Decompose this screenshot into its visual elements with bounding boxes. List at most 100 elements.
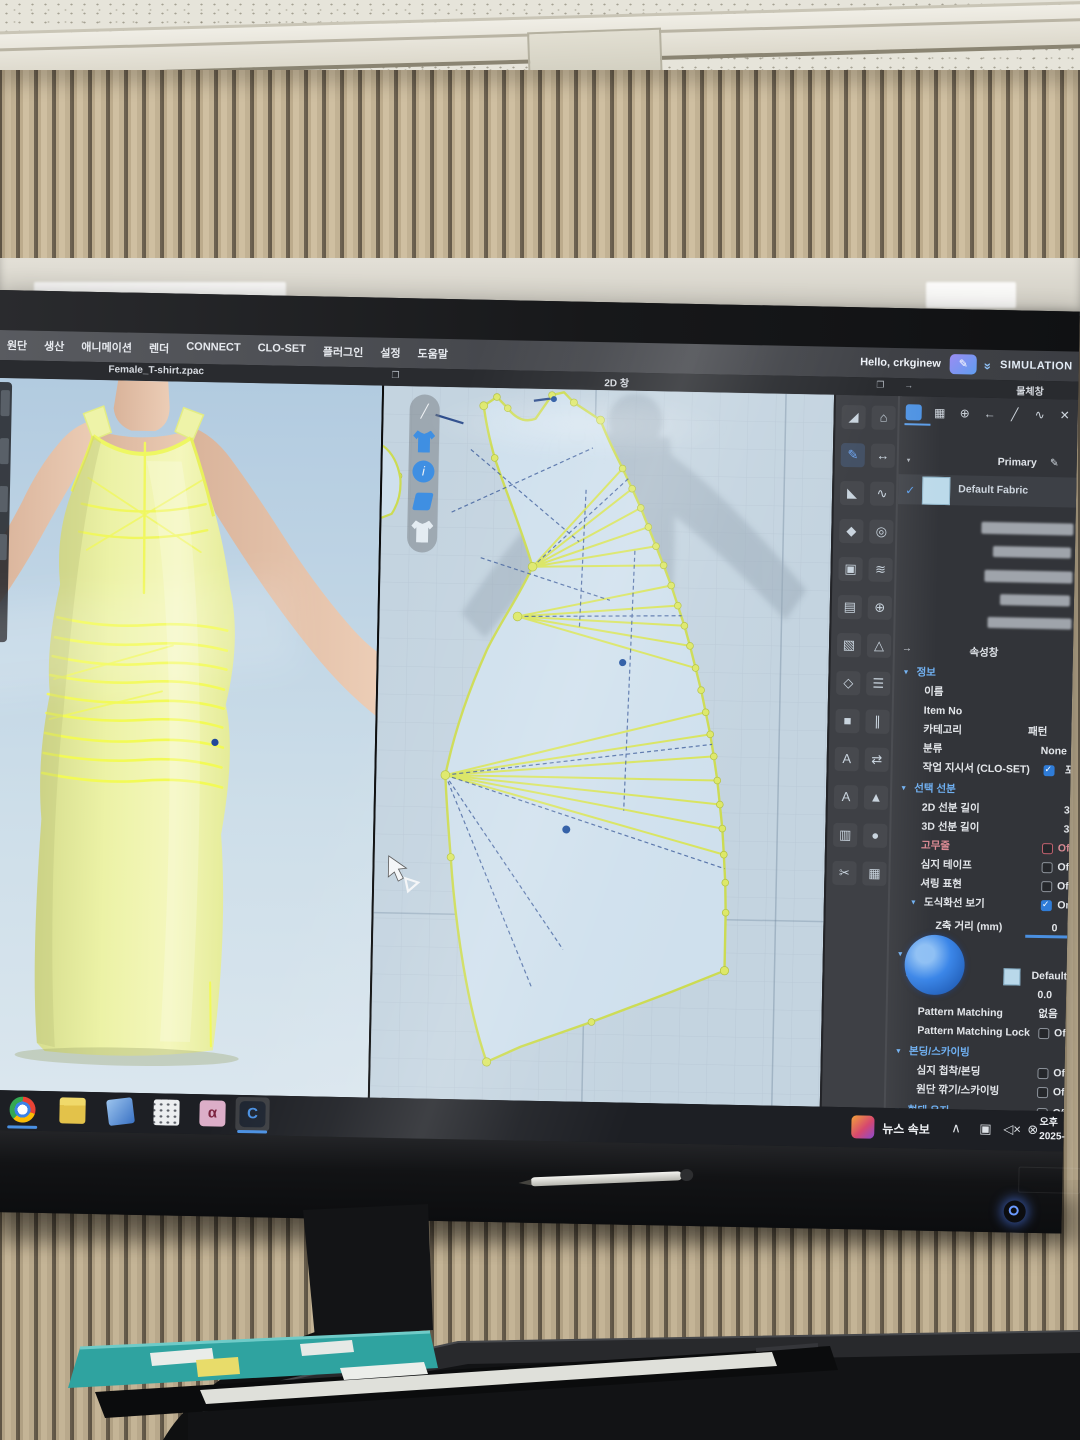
taskbar-clock[interactable]: 오후 2025- <box>1039 1116 1074 1145</box>
checkbox[interactable] <box>1037 1068 1048 1079</box>
menu-item-3[interactable]: 렌더 <box>149 340 170 356</box>
fabric-color-swatch[interactable] <box>922 477 951 506</box>
menu-item-8[interactable]: 도움말 <box>417 345 448 362</box>
topstitch-tool-icon[interactable]: ⇄ <box>865 747 889 771</box>
slider-track[interactable] <box>1025 935 1067 938</box>
grading-tool-icon[interactable]: ▦ <box>862 861 886 885</box>
property-row[interactable]: Pattern Matching LockOff <box>887 1021 1065 1044</box>
chevron-double-down-icon[interactable]: » <box>981 362 996 368</box>
fabric-list-item[interactable]: ✓ Default Fabric <box>898 474 1077 508</box>
checkbox[interactable] <box>1043 765 1054 776</box>
menu-item-2[interactable]: 애니메이션 <box>81 339 132 356</box>
tuck-tool-icon[interactable]: ⊕ <box>868 595 892 619</box>
edit-pattern-tool-icon[interactable]: ✎ <box>841 443 865 467</box>
text-tool-icon[interactable]: A <box>835 747 859 771</box>
screen-cast-icon[interactable]: ▣ <box>979 1121 992 1137</box>
polygon-pattern-tool-icon[interactable]: ◆ <box>839 519 863 543</box>
window-restore-icon[interactable]: ❐ <box>876 380 884 391</box>
check-icon[interactable]: ✓ <box>905 483 915 497</box>
clo3d-app-icon[interactable]: C <box>239 1101 266 1128</box>
fold-arrangement-tool-icon[interactable]: ● <box>863 823 887 847</box>
graphic-tool-icon[interactable]: ◇ <box>836 671 860 695</box>
checkbox[interactable] <box>1042 862 1053 873</box>
texture-editor-tool-icon[interactable]: ▧ <box>837 633 861 657</box>
property-row[interactable]: 원단 깎기/스카이빙Off <box>886 1080 1064 1103</box>
tab-2d-pattern[interactable]: 2D 창 <box>604 374 629 389</box>
show-garment-icon[interactable] <box>413 430 435 452</box>
notebook-app-icon[interactable] <box>106 1097 135 1126</box>
window-restore-icon[interactable]: ❐ <box>391 370 399 381</box>
seam-line-tool-icon[interactable]: ☰ <box>866 671 890 695</box>
menu-item-6[interactable]: 플러그인 <box>323 343 364 360</box>
shirring-tool-icon[interactable]: ▲ <box>864 785 888 809</box>
edit-pencil-icon[interactable]: ✎ <box>1050 457 1059 469</box>
file-explorer-app-icon[interactable] <box>59 1097 86 1124</box>
binding-tool-icon[interactable]: ∥ <box>865 709 889 733</box>
tray-expand-icon[interactable]: ∧ <box>951 1120 961 1136</box>
show-pattern-icon[interactable] <box>411 520 433 542</box>
screen-reflection <box>993 546 1071 559</box>
chrome-app-icon[interactable] <box>9 1096 36 1123</box>
menu-item-5[interactable]: CLO-SET <box>257 342 306 359</box>
primary-row[interactable]: ▾ Primary ✎ <box>899 454 1077 474</box>
arrow-left-icon[interactable]: ← <box>981 405 999 423</box>
simulation-button[interactable]: SIMULATION <box>1000 359 1073 372</box>
alpha-app-icon[interactable]: α <box>199 1100 226 1127</box>
collapse-triangle-icon[interactable]: ▼ <box>900 779 907 798</box>
checkbox[interactable] <box>1037 1087 1048 1098</box>
checkbox[interactable] <box>1041 881 1052 892</box>
dart-tool-icon[interactable]: ▣ <box>838 557 862 581</box>
property-row[interactable]: ▼도식화선 보기On <box>890 893 1068 916</box>
menu-item-0[interactable]: 원단 <box>7 337 28 353</box>
sewing-machine-icon[interactable]: ⌂ <box>871 406 895 430</box>
add-point-tool-icon[interactable]: ◣ <box>840 481 864 505</box>
checkbox[interactable] <box>1042 843 1053 854</box>
cross-icon[interactable]: ✕ <box>1056 406 1074 424</box>
volume-muted-icon[interactable]: ◁× <box>1003 1121 1021 1137</box>
property-value: 없음 <box>1038 1005 1058 1024</box>
calculator-app-icon[interactable] <box>153 1099 180 1126</box>
collapse-triangle-icon[interactable]: ▾ <box>907 456 911 464</box>
checkbox[interactable] <box>1038 1028 1049 1039</box>
collapse-triangle-icon[interactable]: ▼ <box>902 663 909 682</box>
viewport-2d[interactable]: ╱i <box>370 386 834 1107</box>
cut-sew-tool-icon[interactable]: ✂ <box>832 861 856 885</box>
news-widget-icon[interactable] <box>851 1115 874 1138</box>
tab-3d-garment[interactable]: Female_T-shirt.zpac <box>108 364 204 377</box>
steam-iron-tool-icon[interactable]: ≋ <box>868 557 892 581</box>
menu-item-4[interactable]: CONNECT <box>186 341 241 358</box>
user-greeting[interactable]: Hello, crkginew <box>860 356 941 370</box>
text-style-tool-icon[interactable]: A <box>834 785 858 809</box>
pleats-tool-icon[interactable]: ▥ <box>833 823 857 847</box>
collapse-triangle-icon[interactable]: ▼ <box>895 1042 902 1061</box>
measure-tool-icon[interactable]: ╱ <box>413 400 435 422</box>
tab-object-window[interactable]: 물체창 <box>1016 382 1044 398</box>
pattern-info-icon[interactable]: i <box>412 460 434 482</box>
menu-item-7[interactable]: 설정 <box>380 345 401 361</box>
show-fabric-icon[interactable] <box>412 493 434 511</box>
collapse-triangle-icon[interactable]: ▼ <box>910 893 917 912</box>
fabric-color-swatch[interactable] <box>1003 968 1020 985</box>
dock-arrow-icon[interactable]: → <box>904 380 913 390</box>
transform-tool-icon[interactable]: ◢ <box>841 405 865 429</box>
edit-sewing-tool-icon[interactable]: ↔ <box>871 444 895 468</box>
news-widget-label[interactable]: 뉴스 속보 <box>882 1120 930 1138</box>
checkerboard-icon[interactable]: ▦ <box>931 404 949 422</box>
curve-sewing-tool-icon[interactable]: ∿ <box>870 482 894 506</box>
viewport-3d[interactable] <box>0 378 382 1098</box>
shirt-tool-icon[interactable]: △ <box>867 633 891 657</box>
property-row[interactable]: 작업 지시서 (CLO-SET)포 <box>892 758 1070 781</box>
detail-sewing-tool-icon[interactable]: ◎ <box>869 519 893 543</box>
stitch-line-icon[interactable]: ╱ <box>1006 405 1024 423</box>
tools-badge-icon[interactable]: ✎ <box>950 354 977 375</box>
checkbox[interactable] <box>1041 900 1052 911</box>
close-circle-icon[interactable]: ⊗ <box>1027 1122 1038 1138</box>
target-circle-icon[interactable]: ⊕ <box>956 404 974 422</box>
property-row[interactable]: Z축 거리 (mm)0 <box>889 916 1067 939</box>
zigzag-icon[interactable]: ∿ <box>1031 406 1049 424</box>
fabric-swatch-icon[interactable] <box>906 404 922 420</box>
trace-tool-icon[interactable]: ▤ <box>838 595 862 619</box>
collapse-triangle-icon[interactable]: ▼ <box>897 945 904 964</box>
pattern-outline-tool-icon[interactable]: ■ <box>835 709 859 733</box>
menu-item-1[interactable]: 생산 <box>44 338 65 354</box>
